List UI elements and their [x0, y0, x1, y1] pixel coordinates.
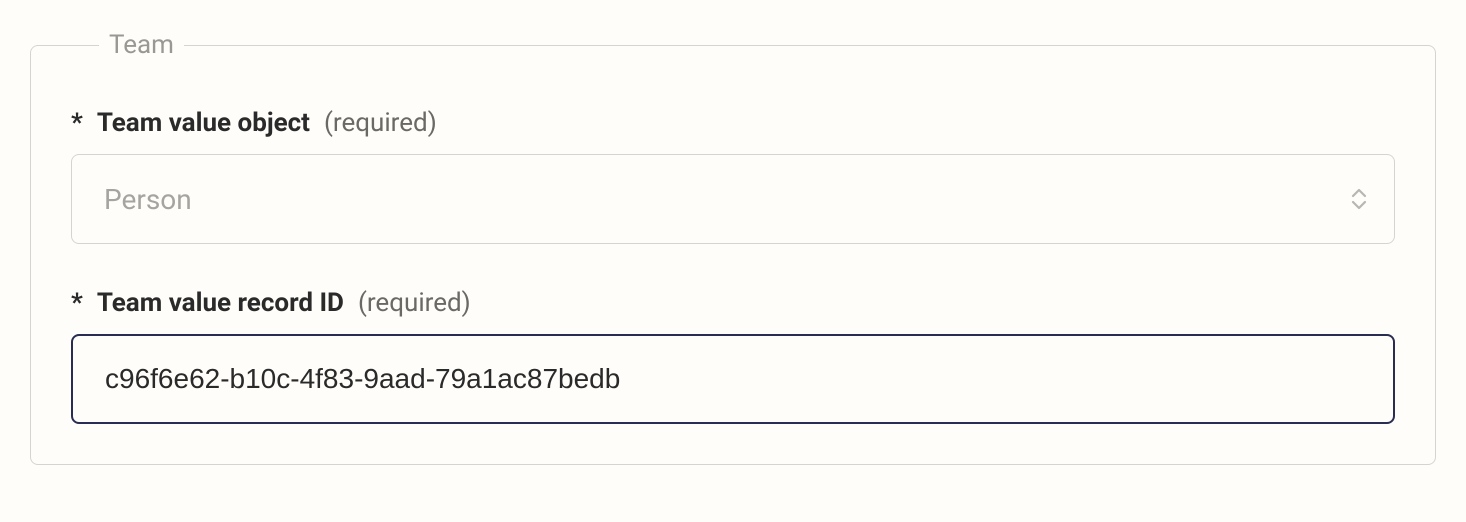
field-label: Team value record ID	[97, 288, 344, 318]
team-value-object-select[interactable]: Person	[71, 154, 1395, 244]
required-asterisk: *	[71, 288, 83, 318]
select-placeholder: Person	[104, 183, 192, 216]
required-asterisk: *	[71, 108, 83, 138]
required-hint: (required)	[358, 288, 471, 318]
field-label-row: * Team value record ID (required)	[71, 288, 1395, 318]
field-team-value-record-id: * Team value record ID (required)	[71, 288, 1395, 424]
team-fieldset: Team * Team value object (required) Pers…	[30, 30, 1436, 465]
field-team-value-object: * Team value object (required) Person	[71, 108, 1395, 244]
team-legend: Team	[99, 30, 184, 60]
select-wrapper: Person	[71, 154, 1395, 244]
field-label-row: * Team value object (required)	[71, 108, 1395, 138]
team-value-record-id-input[interactable]	[71, 334, 1395, 424]
field-label: Team value object	[97, 108, 310, 138]
required-hint: (required)	[324, 108, 437, 138]
